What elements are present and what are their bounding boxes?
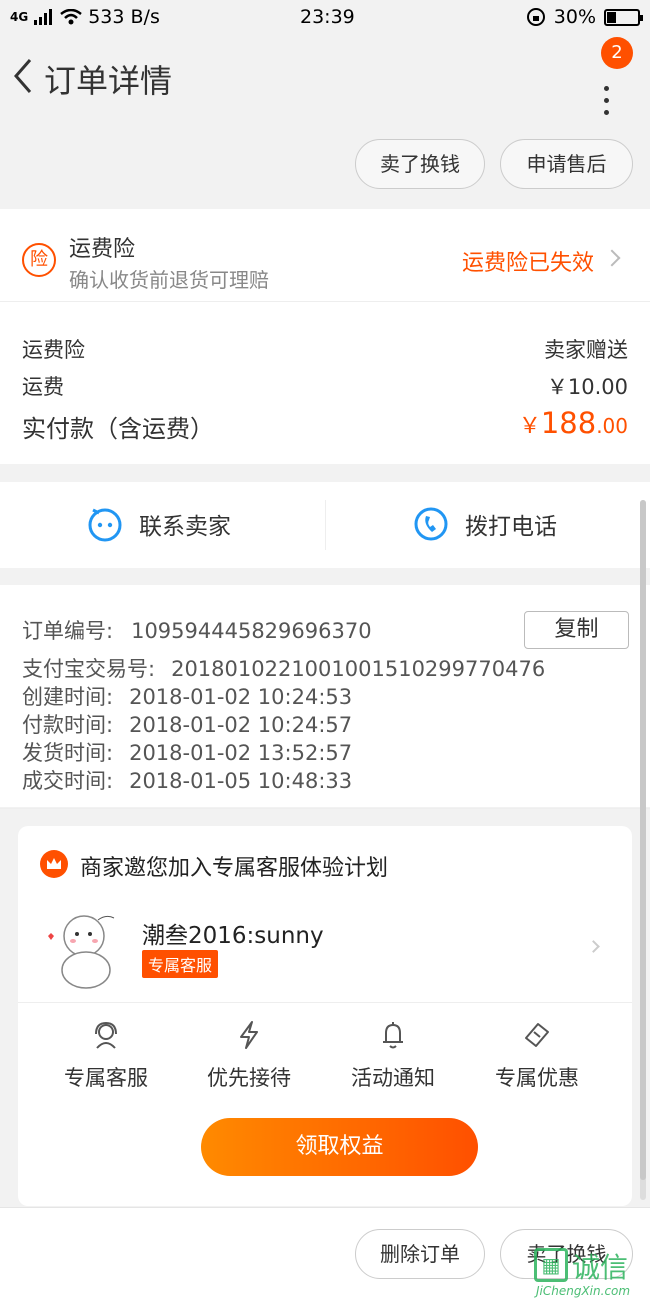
battery-icon	[604, 8, 643, 26]
benefit-notifications[interactable]: 活动通知	[338, 1020, 448, 1092]
fee-shipping-value: ￥10.00	[546, 375, 628, 399]
done-row: 成交时间: 2018-01-05 10:48:33	[22, 769, 353, 793]
paid-row: 付款时间: 2018-01-02 10:24:57	[22, 713, 353, 737]
contact-seller-label: 联系卖家	[139, 514, 231, 540]
lightning-icon	[240, 1021, 258, 1049]
rotation-lock-icon	[526, 8, 545, 26]
divider	[18, 1002, 632, 1003]
insurance-title: 运费险	[69, 237, 136, 262]
insurance-status: 运费险已失效	[462, 251, 595, 276]
copy-button[interactable]: 复制	[524, 611, 629, 649]
watermark-domain: JiChengXin.com	[536, 1284, 631, 1298]
total-amount: ￥188.00	[518, 406, 628, 440]
phone-icon	[414, 507, 448, 541]
site-watermark: ▦ 诚信 JiChengXin.com	[532, 1246, 650, 1300]
sell-for-cash-button[interactable]: 卖了换钱	[355, 139, 485, 189]
chat-bubble-icon	[88, 508, 122, 542]
insurance-subtitle: 确认收货前退货可理赔	[69, 268, 269, 292]
headset-icon	[95, 1021, 117, 1049]
agent-name: 潮叁2016:sunny	[142, 923, 324, 949]
coupon-icon	[525, 1023, 549, 1047]
service-plan-card: 商家邀您加入专属客服体验计划 潮叁2016:sunny 专属客服 专属客服 优先…	[18, 826, 632, 1206]
back-arrow-icon[interactable]	[10, 56, 40, 96]
chevron-right-icon[interactable]	[587, 940, 600, 953]
contact-seller-button[interactable]: 联系卖家	[87, 506, 231, 542]
scrollbar[interactable]	[640, 500, 646, 1200]
agent-tag: 专属客服	[142, 950, 219, 978]
page-title: 订单详情	[44, 62, 173, 100]
signal-bars-icon	[34, 9, 53, 25]
benefit-priority[interactable]: 优先接待	[194, 1020, 304, 1092]
benefit-discount[interactable]: 专属优惠	[482, 1020, 592, 1092]
claim-benefits-button[interactable]: 领取权益	[201, 1118, 478, 1176]
net-speed: 533 B/s	[88, 6, 160, 28]
fee-shipping-label: 运费	[22, 375, 64, 399]
service-plan-title: 商家邀您加入专属客服体验计划	[80, 856, 389, 881]
order-number-row: 订单编号: 109594445829696370	[22, 619, 372, 643]
watermark-logo: ▦	[534, 1248, 568, 1282]
fee-insurance-value: 卖家赠送	[544, 338, 628, 362]
delete-order-button[interactable]: 删除订单	[355, 1229, 485, 1279]
more-menu-icon[interactable]	[598, 86, 614, 130]
crown-icon	[40, 850, 68, 878]
signal-icon: 4G	[10, 10, 29, 24]
total-label: 实付款（含运费）	[22, 415, 214, 443]
watermark-text: 诚信	[572, 1251, 629, 1284]
shipped-row: 发货时间: 2018-01-02 13:52:57	[22, 741, 353, 765]
alipay-row: 支付宝交易号: 2018010221001001510299770476	[22, 657, 546, 681]
bell-icon	[383, 1022, 403, 1049]
call-phone-button[interactable]: 拨打电话	[413, 506, 557, 542]
divider	[0, 808, 650, 809]
clock: 23:39	[300, 6, 355, 28]
call-phone-label: 拨打电话	[465, 514, 557, 540]
chevron-right-icon	[603, 249, 621, 267]
contact-card: 联系卖家 拨打电话	[0, 482, 650, 568]
insurance-icon: 险	[22, 243, 56, 277]
shipping-insurance-card[interactable]: 险 运费险 确认收货前退货可理赔 运费险已失效	[0, 209, 650, 301]
divider	[325, 500, 326, 550]
status-bar: 4G 533 B/s 23:39 30%	[0, 0, 650, 34]
app-header: 订单详情	[0, 34, 650, 120]
fees-card: 运费险 卖家赠送 运费 ￥10.00 实付款（含运费） ￥188.00	[0, 302, 650, 464]
wifi-icon	[60, 9, 82, 25]
notification-badge: 2	[601, 37, 633, 69]
avatar	[48, 915, 115, 989]
after-sale-button[interactable]: 申请售后	[500, 139, 633, 189]
battery-percent: 30%	[553, 6, 596, 28]
benefit-exclusive-service[interactable]: 专属客服	[51, 1020, 161, 1092]
order-info-card: 订单编号: 109594445829696370 复制 支付宝交易号: 201801…	[0, 585, 650, 807]
fee-insurance-label: 运费险	[22, 338, 85, 362]
created-row: 创建时间: 2018-01-02 10:24:53	[22, 685, 353, 709]
